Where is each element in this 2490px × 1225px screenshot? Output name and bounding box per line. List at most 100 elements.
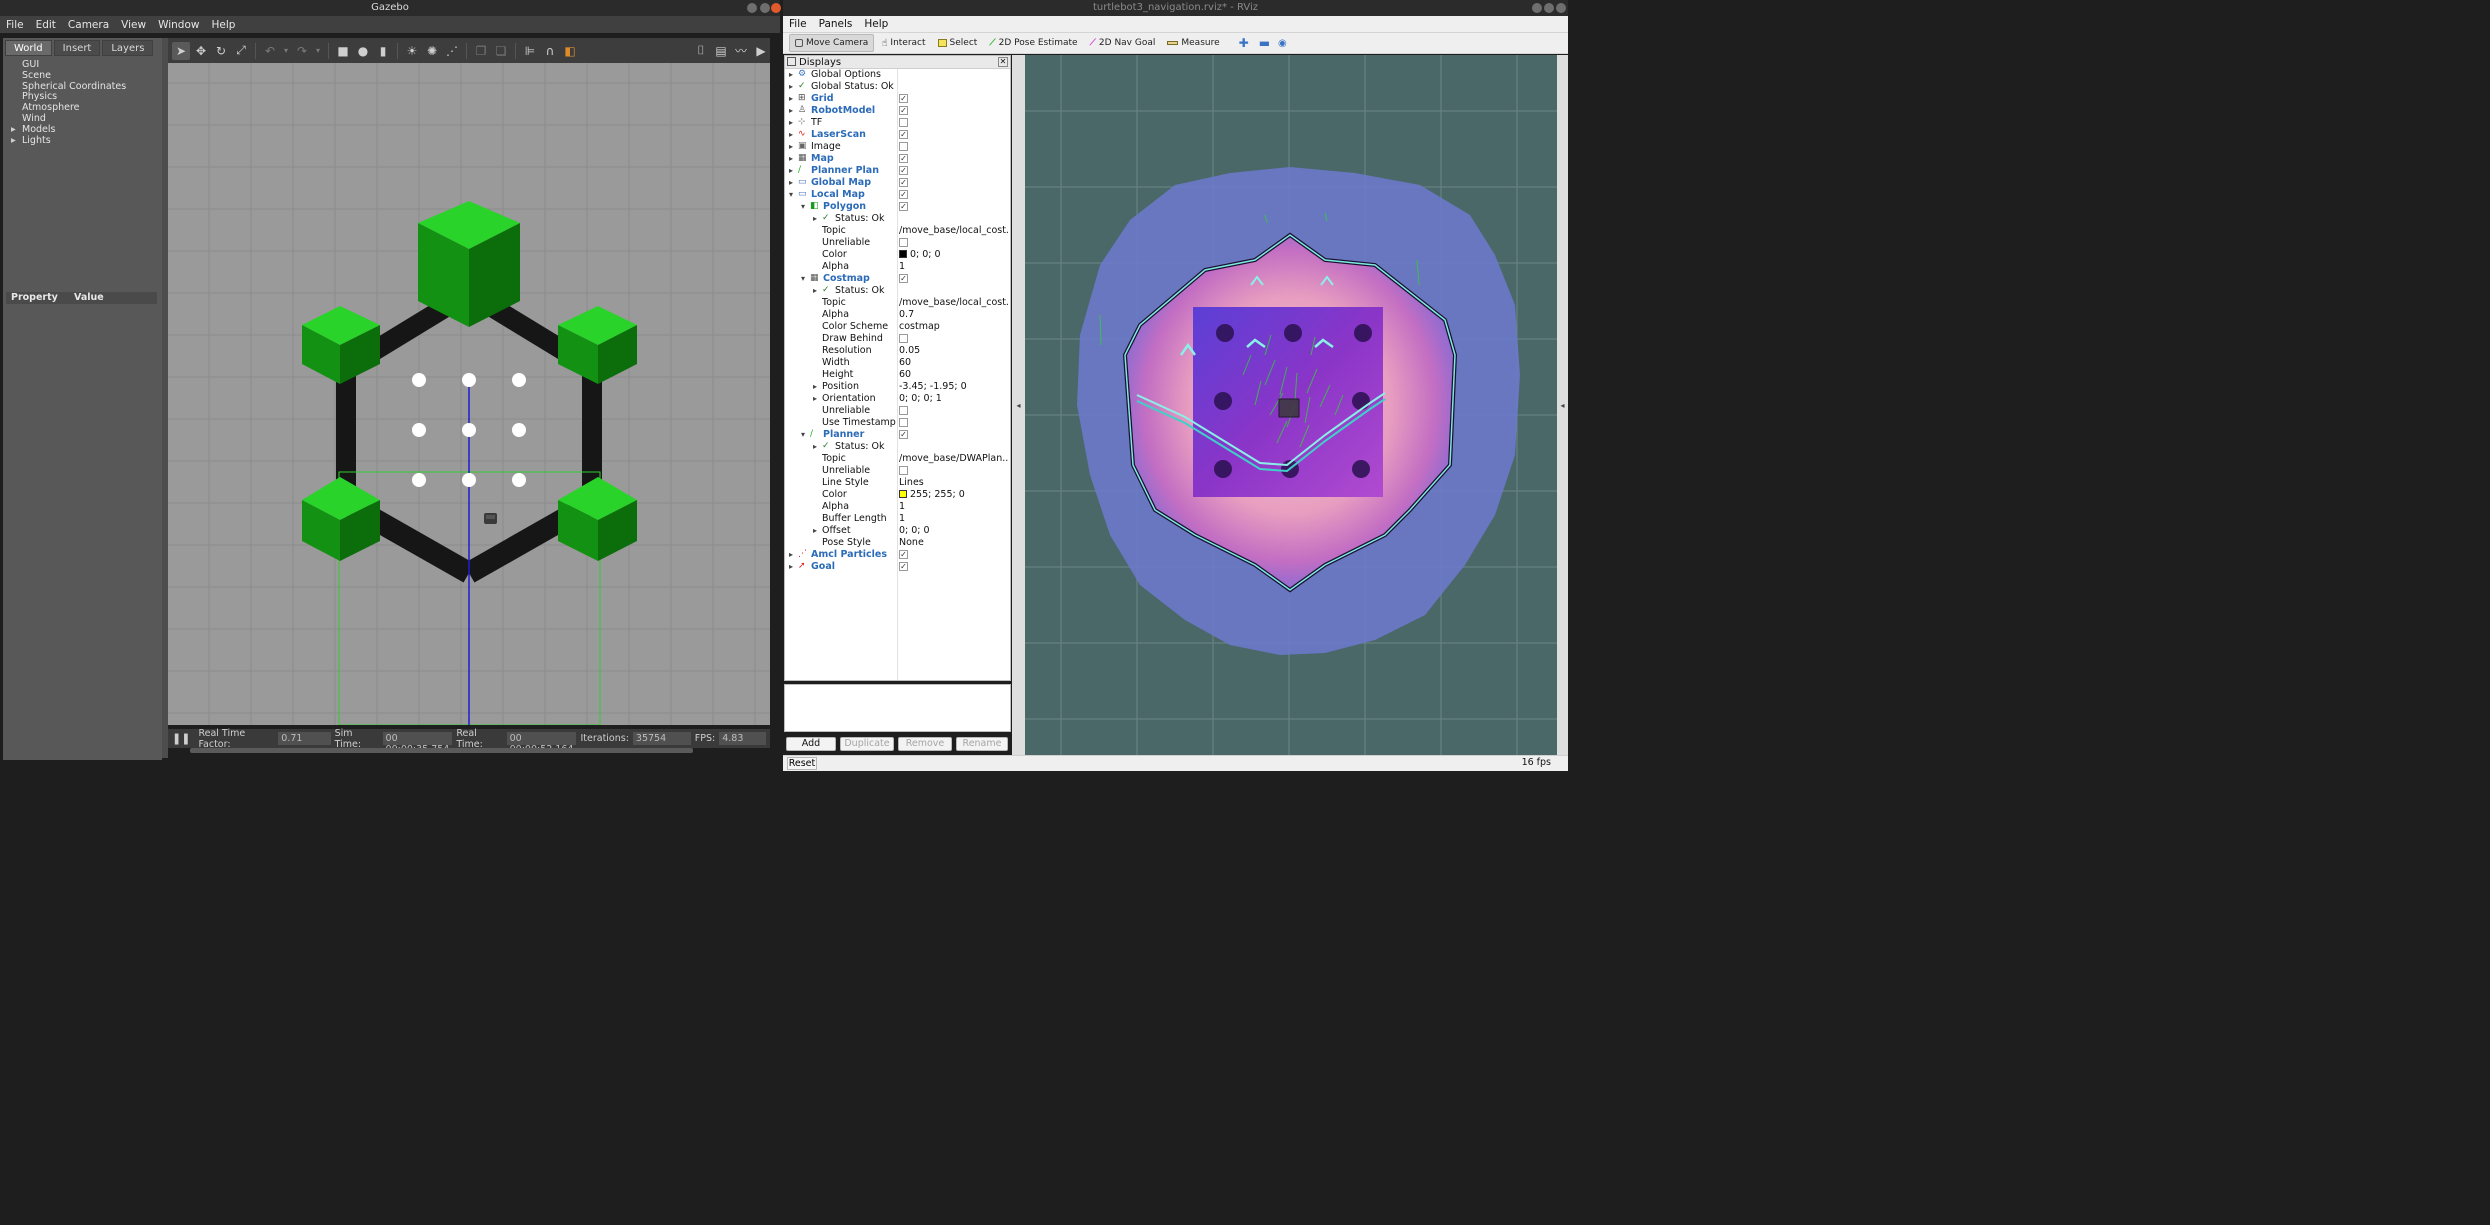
- expand-arrow-icon[interactable]: ▸: [787, 549, 795, 561]
- display-row[interactable]: ▸ ⊞ Grid ✓: [785, 93, 1010, 105]
- log-icon[interactable]: ▤: [712, 42, 730, 60]
- display-checkbox[interactable]: ✓: [899, 178, 908, 187]
- display-checkbox[interactable]: ✓: [899, 202, 908, 211]
- gazebo-close-button[interactable]: [771, 3, 781, 13]
- rviz-minimize-button[interactable]: [1532, 3, 1542, 13]
- expand-arrow-icon[interactable]: ▸: [787, 105, 795, 117]
- plot-icon[interactable]: 〰: [732, 42, 750, 60]
- expand-arrow-icon[interactable]: ▸: [787, 81, 795, 93]
- gazebo-menu-file[interactable]: File: [6, 19, 24, 31]
- redo-icon[interactable]: ↷: [293, 42, 311, 60]
- expand-arrow-icon[interactable]: ▸: [787, 93, 795, 105]
- display-row[interactable]: Unreliable: [785, 465, 1010, 477]
- property-value[interactable]: None: [899, 537, 1009, 549]
- tree-item-lights[interactable]: Lights: [9, 135, 156, 147]
- expand-arrow-icon[interactable]: ▸: [811, 525, 819, 537]
- align-icon[interactable]: ⊫: [521, 42, 539, 60]
- property-value[interactable]: 60: [899, 357, 1009, 369]
- collapse-arrow-icon[interactable]: ▾: [787, 189, 795, 201]
- pause-icon[interactable]: ❚❚: [172, 732, 190, 745]
- display-row[interactable]: ▾ ∕ Planner ✓: [785, 429, 1010, 441]
- property-value[interactable]: /move_base/DWAPlan...: [899, 453, 1009, 465]
- display-checkbox[interactable]: ✓: [899, 154, 908, 163]
- display-row[interactable]: Unreliable: [785, 237, 1010, 249]
- collapse-arrow-icon[interactable]: ▾: [799, 429, 807, 441]
- expand-arrow-icon[interactable]: ▸: [811, 381, 819, 393]
- property-value[interactable]: 255; 255; 0: [899, 489, 1009, 501]
- display-checkbox[interactable]: ✓: [899, 190, 908, 199]
- box-shape-icon[interactable]: ■: [334, 42, 352, 60]
- display-row[interactable]: Height 60: [785, 369, 1010, 381]
- display-row[interactable]: Unreliable: [785, 405, 1010, 417]
- property-value[interactable]: 60: [899, 369, 1009, 381]
- property-value[interactable]: Lines: [899, 477, 1009, 489]
- display-row[interactable]: Color 255; 255; 0: [785, 489, 1010, 501]
- display-row[interactable]: Draw Behind: [785, 333, 1010, 345]
- display-row[interactable]: Alpha 1: [785, 261, 1010, 273]
- rename-display-button[interactable]: Rename: [956, 737, 1008, 751]
- expand-arrow-icon[interactable]: ▸: [811, 213, 819, 225]
- close-panel-icon[interactable]: ✕: [998, 57, 1008, 67]
- view-angle-icon[interactable]: ◧: [561, 42, 579, 60]
- tab-insert[interactable]: Insert: [53, 40, 101, 56]
- cylinder-shape-icon[interactable]: ▮: [374, 42, 392, 60]
- display-checkbox[interactable]: ✓: [899, 106, 908, 115]
- paste-icon[interactable]: ❏: [492, 42, 510, 60]
- display-row[interactable]: ▸ ∿ LaserScan ✓: [785, 129, 1010, 141]
- duplicate-display-button[interactable]: Duplicate: [840, 737, 894, 751]
- display-row[interactable]: Resolution 0.05: [785, 345, 1010, 357]
- copy-icon[interactable]: ❐: [472, 42, 490, 60]
- display-row[interactable]: Topic/move_base/local_cost...: [785, 297, 1010, 309]
- display-checkbox[interactable]: ✓: [899, 130, 908, 139]
- display-checkbox[interactable]: ✓: [899, 562, 908, 571]
- property-value[interactable]: 1: [899, 261, 1009, 273]
- display-row[interactable]: ▸ ♙ RobotModel ✓: [785, 105, 1010, 117]
- display-checkbox[interactable]: [899, 118, 908, 127]
- property-value[interactable]: 0; 0; 0; 1: [899, 393, 1009, 405]
- pose-estimate-tool[interactable]: ⟋ 2D Pose Estimate: [984, 34, 1082, 52]
- expand-arrow-icon[interactable]: ▸: [787, 129, 795, 141]
- display-row[interactable]: ▸ ▭ Global Map ✓: [785, 177, 1010, 189]
- property-value[interactable]: 0; 0; 0: [899, 249, 1009, 261]
- display-row[interactable]: ▸ ▣ Image: [785, 141, 1010, 153]
- color-swatch[interactable]: [899, 250, 907, 258]
- display-checkbox[interactable]: [899, 418, 908, 427]
- rviz-menu-file[interactable]: File: [789, 18, 807, 30]
- display-row[interactable]: ▸ ⊹ TF: [785, 117, 1010, 129]
- reset-button[interactable]: Reset: [787, 757, 817, 770]
- display-row[interactable]: ▾ ▭ Local Map ✓: [785, 189, 1010, 201]
- interact-tool[interactable]: ☝ Interact: [876, 34, 930, 52]
- expand-arrow-icon[interactable]: ▸: [787, 153, 795, 165]
- add-display-button[interactable]: Add: [786, 737, 836, 751]
- display-row[interactable]: Line Style Lines: [785, 477, 1010, 489]
- property-value[interactable]: -3.45; -1.95; 0: [899, 381, 1009, 393]
- gazebo-maximize-button[interactable]: [760, 3, 770, 13]
- display-row[interactable]: Color Scheme costmap: [785, 321, 1010, 333]
- rviz-maximize-button[interactable]: [1544, 3, 1554, 13]
- property-value[interactable]: 0; 0; 0: [899, 525, 1009, 537]
- display-row[interactable]: Use Timestamp: [785, 417, 1010, 429]
- property-value[interactable]: costmap: [899, 321, 1009, 333]
- collapse-arrow-icon[interactable]: ▾: [799, 201, 807, 213]
- expand-arrow-icon[interactable]: ▸: [811, 393, 819, 405]
- spot-light-icon[interactable]: ✺: [423, 42, 441, 60]
- color-swatch[interactable]: [899, 490, 907, 498]
- sphere-shape-icon[interactable]: ●: [354, 42, 372, 60]
- display-row[interactable]: ▸ Position -3.45; -1.95; 0: [785, 381, 1010, 393]
- display-checkbox[interactable]: ✓: [899, 166, 908, 175]
- display-row[interactable]: ▸ ✓ Status: Ok: [785, 285, 1010, 297]
- display-row[interactable]: ▾ ◧ Polygon ✓: [785, 201, 1010, 213]
- display-checkbox[interactable]: ✓: [899, 430, 908, 439]
- redo-menu-icon[interactable]: ▾: [313, 42, 323, 60]
- display-row[interactable]: ▾ ▦ Costmap ✓: [785, 273, 1010, 285]
- display-checkbox[interactable]: [899, 466, 908, 475]
- display-row[interactable]: Width 60: [785, 357, 1010, 369]
- rviz-menu-help[interactable]: Help: [864, 18, 888, 30]
- display-checkbox[interactable]: [899, 238, 908, 247]
- nav-goal-tool[interactable]: ⟋ 2D Nav Goal: [1085, 34, 1161, 52]
- property-value[interactable]: 1: [899, 513, 1009, 525]
- collapse-arrow-icon[interactable]: ▾: [799, 273, 807, 285]
- property-value[interactable]: 0.7: [899, 309, 1009, 321]
- measure-tool[interactable]: Measure: [1162, 34, 1224, 52]
- select-mode-icon[interactable]: ➤: [172, 41, 190, 60]
